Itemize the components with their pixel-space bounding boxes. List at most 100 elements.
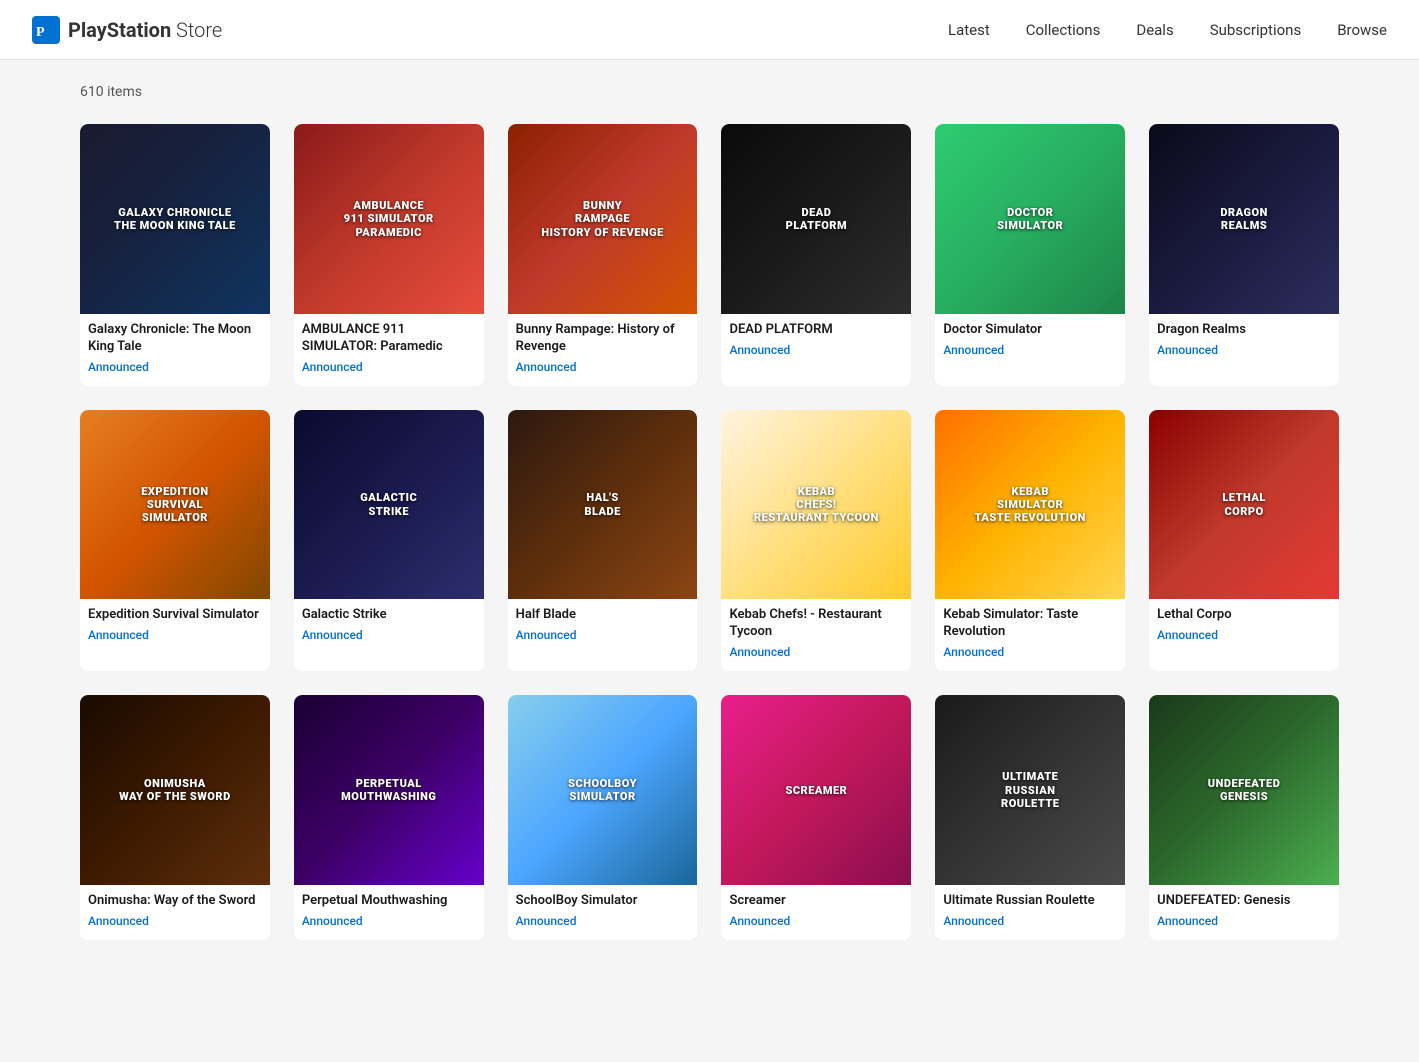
game-card-expedition-survival[interactable]: EXPEDITIONSURVIVALSIMULATOR Expedition S… — [80, 410, 270, 672]
game-card-kebab-chefs[interactable]: KebabChefs!Restaurant Tycoon Kebab Chefs… — [721, 410, 911, 672]
game-thumbnail: Galaxy ChronicleThe Moon King Tale — [80, 124, 270, 314]
logo[interactable]: P PlayStation Store — [32, 16, 222, 44]
thumb-text-overlay: SCREAMER — [721, 695, 911, 885]
thumb-label: DOCTOR — [1007, 206, 1053, 219]
game-status: Announced — [302, 914, 476, 928]
game-thumbnail: KebabChefs!Restaurant Tycoon — [721, 410, 911, 600]
game-card-doctor-simulator[interactable]: DOCTORSIMULATOR Doctor Simulator Announc… — [935, 124, 1125, 386]
thumb-text-overlay: ULTIMATERUSSIANROULETTE — [935, 695, 1125, 885]
game-thumbnail: EXPEDITIONSURVIVALSIMULATOR — [80, 410, 270, 600]
thumb-label: STRIKE — [368, 505, 409, 518]
nav-latest[interactable]: Latest — [948, 21, 990, 39]
thumb-text-overlay: EXPEDITIONSURVIVALSIMULATOR — [80, 410, 270, 600]
game-card-perpetual-mouthwashing[interactable]: PERPETUALMOUTHWASHING Perpetual Mouthwas… — [294, 695, 484, 940]
thumb-label: SCREAMER — [785, 784, 847, 797]
game-card-undefeated-genesis[interactable]: UNDEFEATEDGENESIS UNDEFEATED: Genesis An… — [1149, 695, 1339, 940]
thumb-label: Chefs! — [796, 498, 836, 511]
thumb-text-overlay: BUNNYRAMPAGEHistory of Revenge — [508, 124, 698, 314]
game-card-ultimate-russian-roulette[interactable]: ULTIMATERUSSIANROULETTE Ultimate Russian… — [935, 695, 1125, 940]
game-card-onimusha[interactable]: ONIMUSHAWAY OF THE SWORD Onimusha: Way o… — [80, 695, 270, 940]
game-info: SchoolBoy Simulator Announced — [508, 885, 698, 940]
game-info: Bunny Rampage: History of Revenge Announ… — [508, 314, 698, 386]
game-thumbnail: HAL'SBLADE — [508, 410, 698, 600]
game-thumbnail: DOCTORSIMULATOR — [935, 124, 1125, 314]
game-title: Screamer — [729, 893, 903, 910]
game-info: Galactic Strike Announced — [294, 599, 484, 654]
thumb-label: The Moon King Tale — [114, 219, 236, 232]
game-thumbnail: DRAGONREALMS — [1149, 124, 1339, 314]
thumb-text-overlay: DOCTORSIMULATOR — [935, 124, 1125, 314]
game-title: Doctor Simulator — [943, 322, 1117, 339]
game-status: Announced — [943, 645, 1117, 659]
game-thumbnail: SCREAMER — [721, 695, 911, 885]
thumb-label: Kebab — [1012, 485, 1049, 498]
thumb-label: HAL'S — [586, 491, 618, 504]
thumb-label: Kebab — [798, 485, 835, 498]
game-info: Galaxy Chronicle: The Moon King Tale Ann… — [80, 314, 270, 386]
game-title: Perpetual Mouthwashing — [302, 893, 476, 910]
thumb-text-overlay: KebabChefs!Restaurant Tycoon — [721, 410, 911, 600]
game-status: Announced — [1157, 914, 1331, 928]
thumb-text-overlay: DRAGONREALMS — [1149, 124, 1339, 314]
thumb-label: PARAMEDIC — [356, 226, 422, 239]
game-thumbnail: SchoolBoySimulator — [508, 695, 698, 885]
thumb-label: History of Revenge — [541, 226, 663, 239]
game-card-dragon-realms[interactable]: DRAGONREALMS Dragon Realms Announced — [1149, 124, 1339, 386]
game-card-bunny-rampage[interactable]: BUNNYRAMPAGEHistory of Revenge Bunny Ram… — [508, 124, 698, 386]
game-card-kebab-simulator[interactable]: KebabSimulatorTaste Revolution Kebab Sim… — [935, 410, 1125, 672]
main-content: 610 items Galaxy ChronicleThe Moon King … — [0, 60, 1419, 964]
thumb-label: LETHAL — [1222, 491, 1265, 504]
game-thumbnail: LETHALCORPO — [1149, 410, 1339, 600]
game-title: Galaxy Chronicle: The Moon King Tale — [88, 322, 262, 356]
game-info: Kebab Chefs! - Restaurant Tycoon Announc… — [721, 599, 911, 671]
game-card-dead-platform[interactable]: DEADPLATFORM DEAD PLATFORM Announced — [721, 124, 911, 386]
game-card-lethal-corpo[interactable]: LETHALCORPO Lethal Corpo Announced — [1149, 410, 1339, 672]
thumb-label: DEAD — [801, 206, 831, 219]
game-info: Screamer Announced — [721, 885, 911, 940]
game-thumbnail: DEADPLATFORM — [721, 124, 911, 314]
game-card-ambulance-911[interactable]: AMBULANCE911 SIMULATORPARAMEDIC AMBULANC… — [294, 124, 484, 386]
thumb-text-overlay: SchoolBoySimulator — [508, 695, 698, 885]
game-thumbnail: UNDEFEATEDGENESIS — [1149, 695, 1339, 885]
nav-deals[interactable]: Deals — [1136, 21, 1173, 39]
thumb-label: PERPETUAL — [356, 777, 422, 790]
game-status: Announced — [302, 360, 476, 374]
game-info: AMBULANCE 911 SIMULATOR: Paramedic Annou… — [294, 314, 484, 386]
thumb-label: DRAGON — [1220, 206, 1268, 219]
header: P PlayStation Store Latest Collections D… — [0, 0, 1419, 60]
main-nav: Latest Collections Deals Subscriptions B… — [948, 21, 1387, 39]
thumb-text-overlay: ONIMUSHAWAY OF THE SWORD — [80, 695, 270, 885]
thumb-label: EXPEDITION — [141, 485, 208, 498]
game-card-schoolboy-simulator[interactable]: SchoolBoySimulator SchoolBoy Simulator A… — [508, 695, 698, 940]
thumb-text-overlay: HAL'SBLADE — [508, 410, 698, 600]
game-info: Onimusha: Way of the Sword Announced — [80, 885, 270, 940]
nav-collections[interactable]: Collections — [1026, 21, 1101, 39]
thumb-label: WAY OF THE SWORD — [119, 790, 231, 803]
thumb-label: RAMPAGE — [575, 212, 630, 225]
thumb-label: REALMS — [1221, 219, 1267, 232]
game-status: Announced — [88, 628, 262, 642]
thumb-text-overlay: DEADPLATFORM — [721, 124, 911, 314]
thumb-text-overlay: Galaxy ChronicleThe Moon King Tale — [80, 124, 270, 314]
item-count: 610 items — [80, 84, 1339, 100]
game-info: Ultimate Russian Roulette Announced — [935, 885, 1125, 940]
thumb-text-overlay: LETHALCORPO — [1149, 410, 1339, 600]
svg-text:P: P — [36, 25, 45, 40]
nav-browse[interactable]: Browse — [1337, 21, 1387, 39]
game-status: Announced — [516, 628, 690, 642]
thumb-text-overlay: UNDEFEATEDGENESIS — [1149, 695, 1339, 885]
game-info: Dragon Realms Announced — [1149, 314, 1339, 369]
thumb-label: Simulator — [570, 790, 636, 803]
nav-subscriptions[interactable]: Subscriptions — [1210, 21, 1301, 39]
game-title: Dragon Realms — [1157, 322, 1331, 339]
game-thumbnail: PERPETUALMOUTHWASHING — [294, 695, 484, 885]
thumb-label: MOUTHWASHING — [341, 790, 436, 803]
thumb-label: Galaxy Chronicle — [118, 206, 231, 219]
game-info: Doctor Simulator Announced — [935, 314, 1125, 369]
game-card-half-blade[interactable]: HAL'SBLADE Half Blade Announced — [508, 410, 698, 672]
thumb-label: GALACTIC — [360, 491, 417, 504]
game-card-galaxy-chronicle[interactable]: Galaxy ChronicleThe Moon King Tale Galax… — [80, 124, 270, 386]
thumb-text-overlay: GALACTICSTRIKE — [294, 410, 484, 600]
game-card-screamer[interactable]: SCREAMER Screamer Announced — [721, 695, 911, 940]
game-card-galactic-strike[interactable]: GALACTICSTRIKE Galactic Strike Announced — [294, 410, 484, 672]
